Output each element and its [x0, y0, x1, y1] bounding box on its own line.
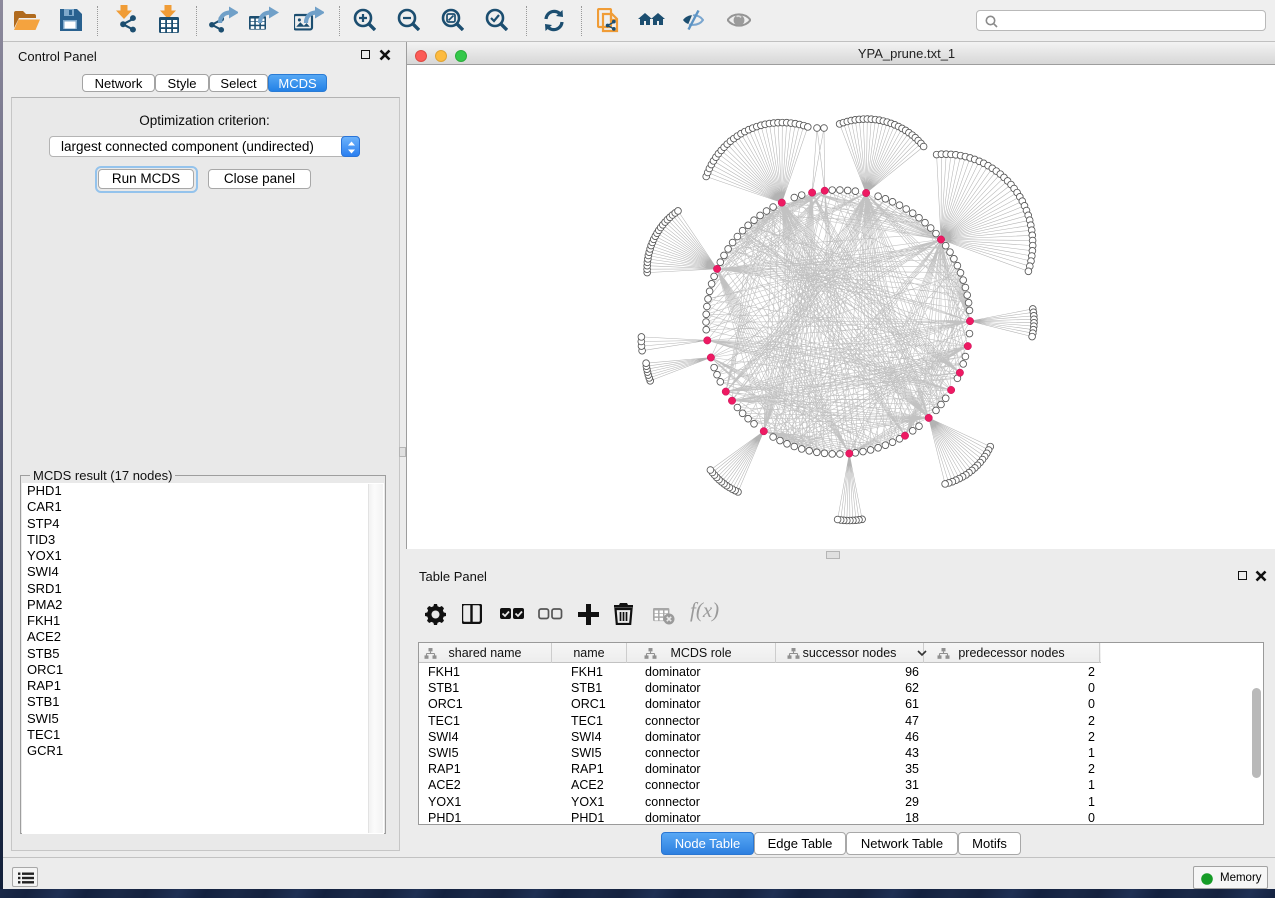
- svg-text:f(x): f(x): [690, 600, 719, 622]
